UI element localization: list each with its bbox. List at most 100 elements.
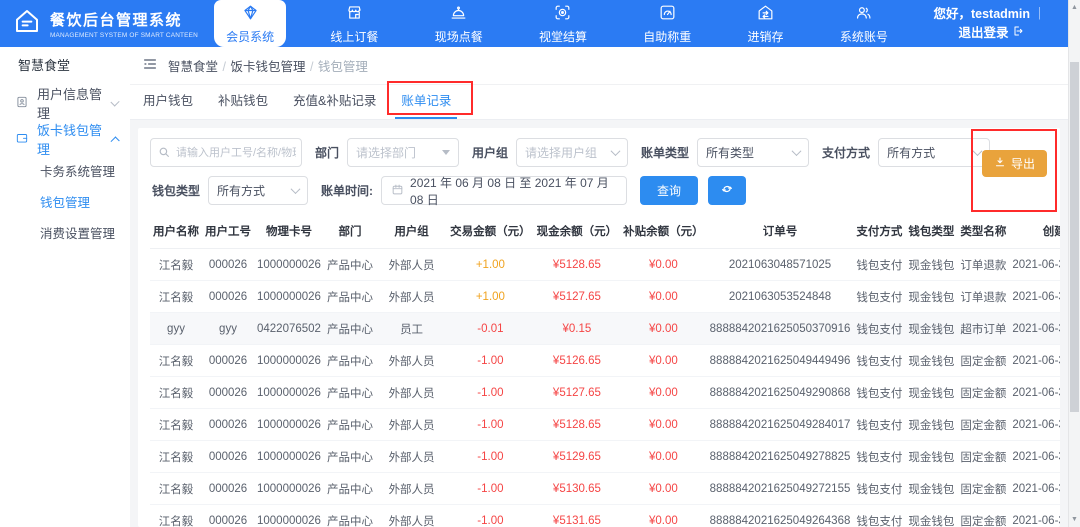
nav-item-member-system[interactable]: 会员系统 (214, 0, 286, 47)
sidebar-section-smart-canteen[interactable]: 智慧食堂 (0, 47, 130, 85)
department-select[interactable]: 请选择部门 (347, 138, 459, 167)
table-cell: ¥5128.65 (534, 409, 621, 441)
bell-icon (449, 3, 468, 25)
table-cell: 现金钱包 (905, 473, 957, 505)
table-cell: 钱包支付 (853, 473, 905, 505)
usergroup-select[interactable]: 请选择用户组 (516, 138, 628, 167)
table-cell: 8888842021625049278825 (707, 441, 854, 473)
app-title-block: 餐饮后台管理系统 MANAGEMENT SYSTEM OF SMART CANT… (50, 9, 211, 39)
table-cell: 8888842021625049449496 (707, 345, 854, 377)
table-cell: ¥5126.65 (534, 345, 621, 377)
sidebar: 智慧食堂 用户信息管理 饭卡钱包管理 卡务系统管理 钱包管理 消费设置管理 (0, 47, 130, 527)
nav-item-label: 自助称重 (643, 28, 691, 45)
table-row: 江名毅0000261000000026产品中心外部人员-1.00¥5130.65… (150, 473, 1060, 505)
sidebar-item-user-info[interactable]: 用户信息管理 (0, 85, 130, 121)
caret-down-icon (442, 150, 450, 155)
export-button[interactable]: 导出 (982, 150, 1047, 177)
scroll-up-arrow-icon[interactable]: ▲ (1069, 1, 1080, 14)
table-cell: 钱包支付 (853, 409, 905, 441)
chevron-down-icon (611, 146, 621, 156)
logout-link[interactable]: 退出登录 (958, 24, 1023, 42)
sidebar-subitem-card-system[interactable]: 卡务系统管理 (0, 157, 130, 188)
nav-item-system-account[interactable]: 系统账号 (828, 0, 900, 47)
column-header: 类型名称 (957, 214, 1009, 249)
table-cell: ¥0.15 (534, 313, 621, 345)
refresh-icon (720, 182, 734, 199)
tab-subsidy-wallet[interactable]: 补贴钱包 (212, 85, 274, 119)
nav-item-online-order[interactable]: 线上订餐 (318, 0, 390, 47)
column-header: 用户工号 (202, 214, 254, 249)
sidebar-item-label: 用户信息管理 (37, 84, 104, 122)
table-cell: ¥0.00 (620, 313, 707, 345)
table-cell: 8888842021625049264368 (707, 505, 854, 527)
breadcrumb-bar: 智慧食堂 / 饭卡钱包管理 / 钱包管理 (130, 47, 1068, 85)
nav-item-label: 视堂结算 (539, 28, 587, 45)
table-cell: 2021-06-30 18:34:38 (1009, 441, 1060, 473)
breadcrumb-item[interactable]: 智慧食堂 (168, 60, 218, 74)
table-cell: 现金钱包 (905, 345, 957, 377)
table-cell: 外部人员 (376, 345, 447, 377)
sidebar-subitem-wallet-management[interactable]: 钱包管理 (0, 188, 130, 219)
tab-bill-records[interactable]: 账单记录 (395, 85, 457, 119)
table-cell: 江名毅 (150, 345, 202, 377)
vertical-scrollbar[interactable]: ▲ ▼ (1068, 0, 1080, 527)
select-value: 所有方式 (217, 182, 265, 199)
table-head: 用户名称用户工号物理卡号部门用户组交易金额（元）现金余额（元）补贴余额（元）订单… (150, 214, 1060, 249)
table-cell: 产品中心 (324, 409, 376, 441)
table-cell: 0422076502 (254, 313, 324, 345)
chevron-up-icon (110, 136, 119, 145)
nav-item-canteen-settle[interactable]: 视堂结算 (527, 0, 599, 47)
table-cell: 2021-06-30 18:34:32 (1009, 473, 1060, 505)
chevron-down-icon (291, 184, 301, 194)
table-cell: ¥5129.65 (534, 441, 621, 473)
query-button[interactable]: 查询 (640, 176, 698, 205)
nav-item-self-weigh[interactable]: 自助称重 (631, 0, 703, 47)
table-cell: 1000000026 (254, 281, 324, 313)
date-range-picker[interactable]: 2021 年 06 月 08 日 至 2021 年 07 月 08 日 (381, 176, 627, 205)
table-cell: ¥0.00 (620, 281, 707, 313)
billtype-select[interactable]: 所有类型 (697, 138, 809, 167)
app-logo: 餐饮后台管理系统 MANAGEMENT SYSTEM OF SMART CANT… (0, 0, 198, 47)
export-label: 导出 (1011, 155, 1035, 172)
gem-icon (241, 3, 260, 25)
table-cell: 固定金额 (957, 441, 1009, 473)
table-cell: 江名毅 (150, 377, 202, 409)
refresh-button[interactable] (708, 176, 746, 205)
table-row: 江名毅0000261000000026产品中心外部人员-1.00¥5128.65… (150, 409, 1060, 441)
table-cell: +1.00 (447, 249, 534, 281)
tab-user-wallet[interactable]: 用户钱包 (137, 85, 199, 119)
sidebar-item-label: 饭卡钱包管理 (37, 120, 104, 158)
table-cell: 1000000026 (254, 409, 324, 441)
sidebar-item-card-wallet[interactable]: 饭卡钱包管理 (0, 121, 130, 157)
table-cell: 员工 (376, 313, 447, 345)
breadcrumb-item[interactable]: 饭卡钱包管理 (230, 60, 305, 74)
table-cell: 产品中心 (324, 345, 376, 377)
table-cell: 现金钱包 (905, 249, 957, 281)
id-card-icon (15, 95, 29, 112)
table-cell: gyy (150, 313, 202, 345)
collapse-menu-icon[interactable] (142, 56, 158, 75)
payment-select[interactable]: 所有方式 (878, 138, 990, 167)
tabs-bar: 用户钱包 补贴钱包 充值&补贴记录 账单记录 (130, 85, 1068, 120)
breadcrumb-separator: / (310, 60, 317, 74)
table-cell: ¥0.00 (620, 473, 707, 505)
table-cell: 产品中心 (324, 249, 376, 281)
column-header: 补贴余额（元） (620, 214, 707, 249)
select-value: 所有方式 (887, 144, 935, 161)
table-cell: 1000000026 (254, 249, 324, 281)
wallettype-select[interactable]: 所有方式 (208, 176, 308, 205)
scrollbar-thumb[interactable] (1070, 62, 1079, 412)
scroll-down-arrow-icon[interactable]: ▼ (1069, 513, 1080, 526)
sidebar-subitem-consume-settings[interactable]: 消费设置管理 (0, 219, 130, 250)
tab-recharge-records[interactable]: 充值&补贴记录 (287, 85, 382, 119)
department-label: 部门 (315, 144, 339, 161)
table-cell: 固定金额 (957, 345, 1009, 377)
nav-item-onsite-order[interactable]: 现场点餐 (423, 0, 495, 47)
table-cell: 江名毅 (150, 281, 202, 313)
payment-label: 支付方式 (822, 144, 870, 161)
table-cell: 江名毅 (150, 473, 202, 505)
greeting-text: 您好，testadmin (933, 5, 1030, 23)
search-input[interactable] (150, 138, 302, 167)
column-header: 现金余额（元） (534, 214, 621, 249)
nav-item-inventory[interactable]: 进销存 (736, 0, 796, 47)
